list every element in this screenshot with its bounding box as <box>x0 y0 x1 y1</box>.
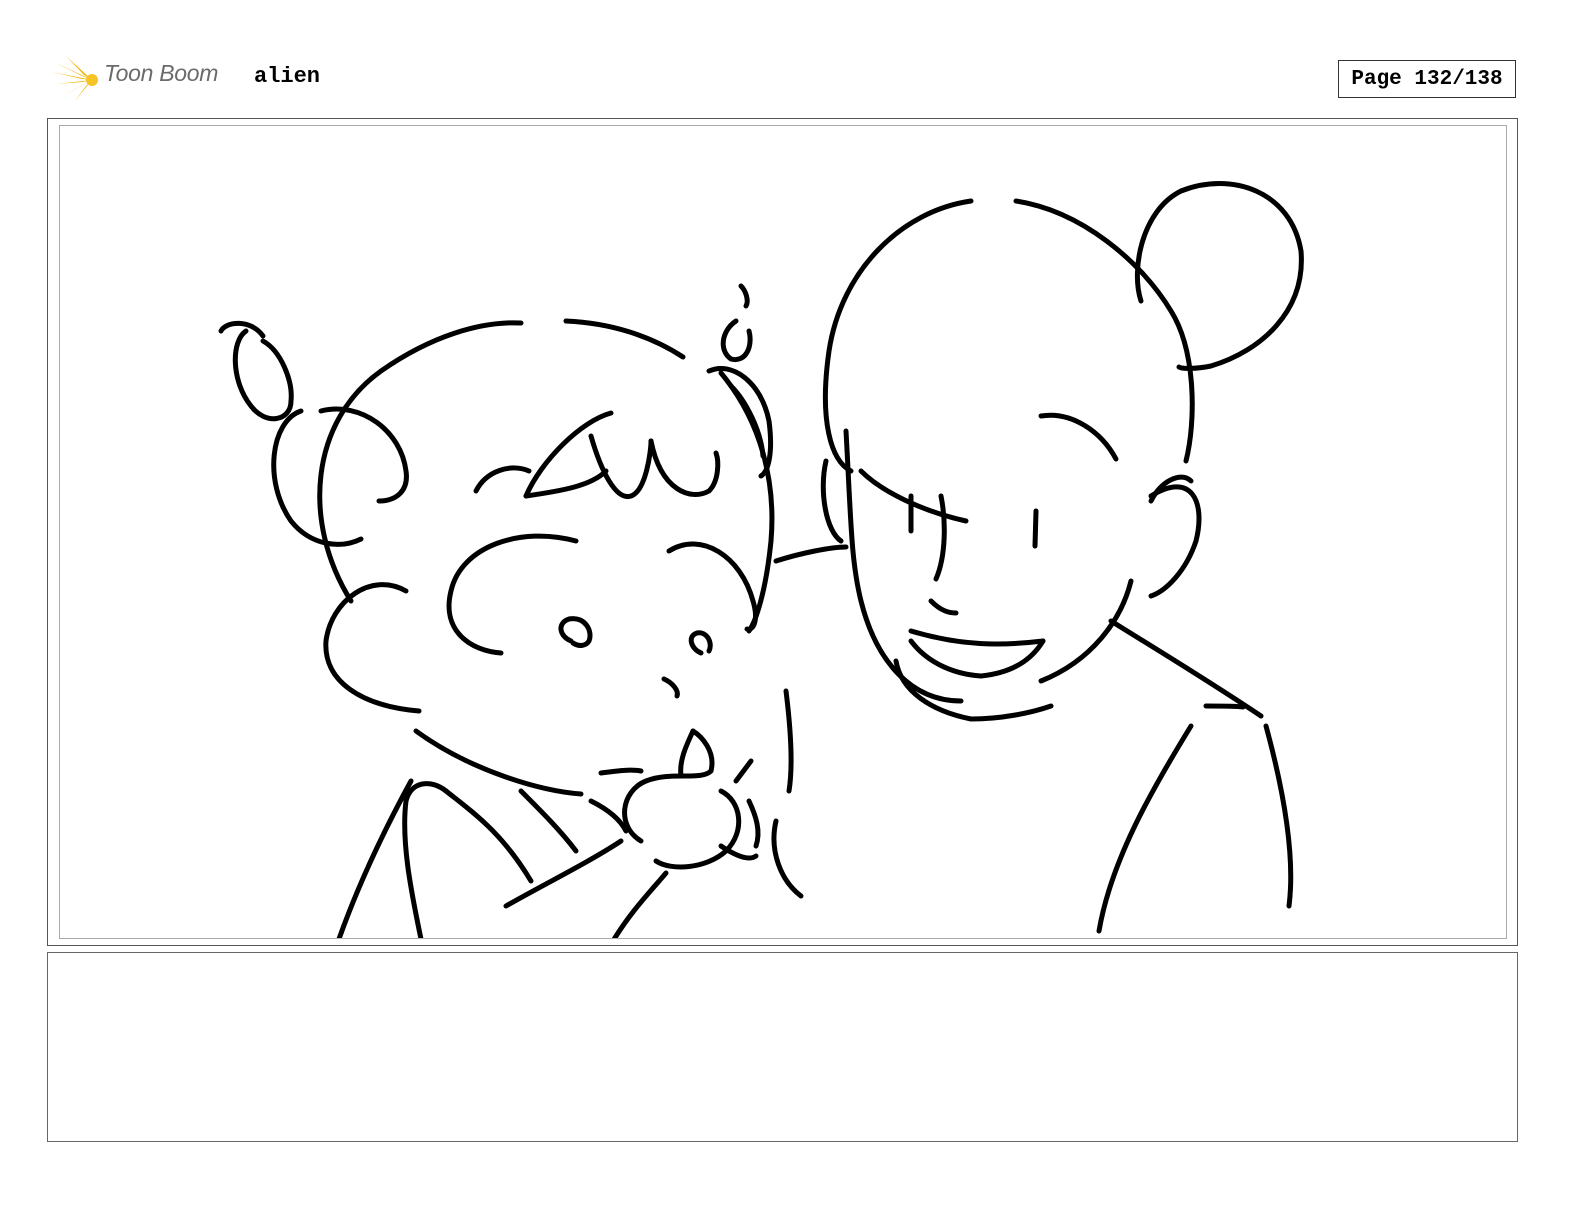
notes-box <box>47 952 1518 1142</box>
logo-text: Toon Boom <box>104 60 219 86</box>
panel-image <box>59 125 1507 939</box>
page-number: Page 132/138 <box>1338 60 1516 98</box>
child-head <box>317 320 524 604</box>
toon-boom-logo: Toon Boom <box>52 56 242 106</box>
sunburst-icon <box>52 56 98 102</box>
page-header: Toon Boom alien Page 132/138 <box>0 0 1584 110</box>
project-title: alien <box>254 64 321 89</box>
storyboard-sketch <box>218 181 1304 938</box>
